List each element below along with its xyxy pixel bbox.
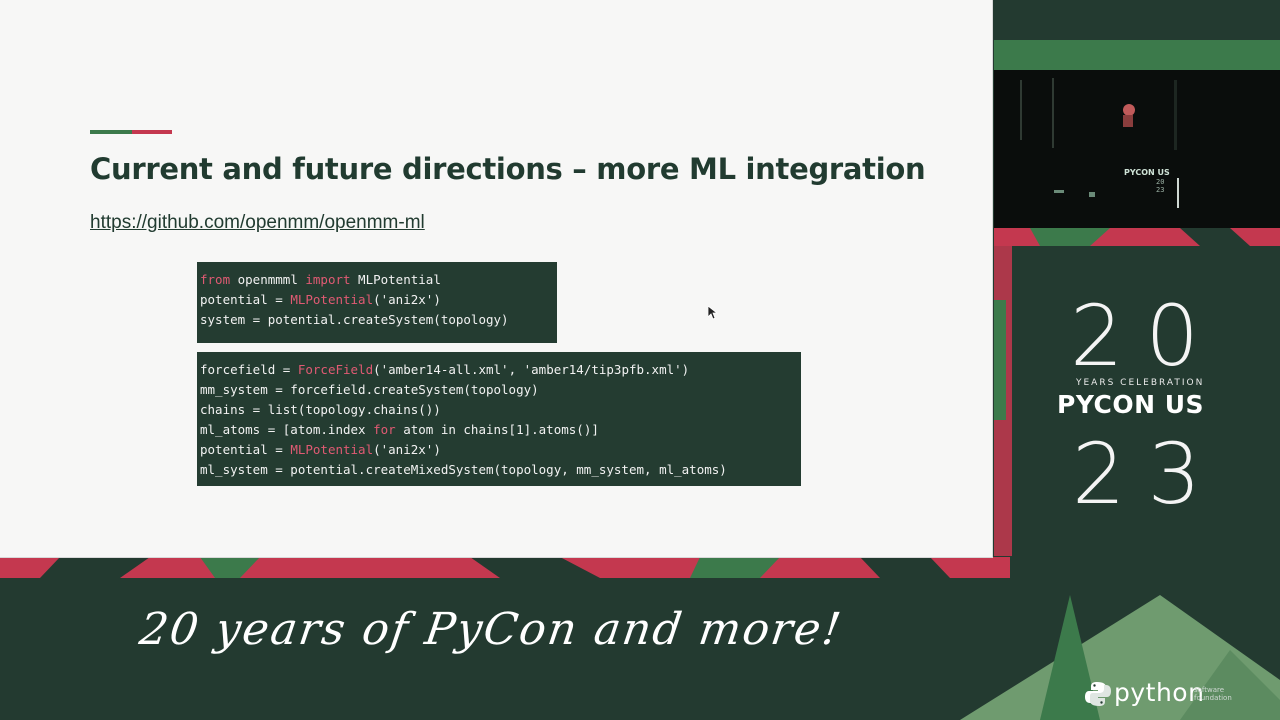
- cursor-arrow-icon: [708, 306, 718, 320]
- github-link[interactable]: https://github.com/openmm/openmm-ml: [90, 212, 425, 234]
- accent-green-segment: [90, 130, 132, 134]
- code-keyword: ForceField: [297, 362, 374, 377]
- code-block-2-line: forcefield = ForceField('amber14-all.xml…: [200, 360, 801, 380]
- speaker-camera-view: [994, 70, 1280, 228]
- code-block-2-line: ml_atoms = [atom.index for atom in chain…: [200, 420, 801, 440]
- code-token: ('ani2x'): [373, 442, 441, 457]
- code-token: ('amber14-all.xml', 'amber14/tip3pfb.xml…: [373, 362, 690, 377]
- code-token: ml_atoms = [atom.index: [200, 422, 374, 437]
- code-keyword: MLPotential: [290, 292, 374, 307]
- code-keyword: from: [200, 272, 231, 287]
- camera-year-top: 20: [1156, 178, 1165, 186]
- code-token: system = potential.createSystem(topology…: [200, 312, 509, 327]
- title-accent-bar: [90, 130, 172, 134]
- code-block-1-line: from openmmml import MLPotential: [200, 270, 557, 290]
- tagline: 20 years of PyCon and more!: [136, 604, 846, 655]
- code-keyword: for: [373, 422, 396, 437]
- camera-scene: [994, 70, 1280, 228]
- code-keyword: MLPotential: [290, 442, 374, 457]
- python-sub-line-2: foundation: [1194, 694, 1232, 702]
- code-token: ('ani2x'): [373, 292, 441, 307]
- python-sub-line-1: software: [1194, 686, 1225, 694]
- code-token: openmmml: [230, 272, 306, 287]
- slide-title: Current and future directions – more ML …: [90, 152, 926, 186]
- code-block-1-line: potential = MLPotential('ani2x'): [200, 290, 557, 310]
- year-bottom-digits: 23: [1072, 425, 1223, 523]
- code-block-2-line: ml_system = potential.createMixedSystem(…: [200, 460, 801, 480]
- code-token: forcefield =: [200, 362, 298, 377]
- year-top-digits: 20: [1070, 287, 1221, 385]
- code-token: atom in chains[1].atoms()]: [395, 422, 599, 437]
- python-wordmark-sub: software foundation: [1194, 686, 1232, 702]
- code-token: potential =: [200, 292, 291, 307]
- python-wordmark: python: [1114, 678, 1205, 707]
- code-block-ml-potential: from openmmml import MLPotential potentia…: [197, 262, 557, 343]
- code-block-1-line: system = potential.createSystem(topology…: [200, 310, 557, 330]
- code-block-mixed-system: forcefield = ForceField('amber14-all.xml…: [197, 352, 801, 486]
- code-token: potential =: [200, 442, 291, 457]
- camera-year-text: 20 23: [1156, 178, 1164, 194]
- presentation-slide: Current and future directions – more ML …: [0, 0, 992, 557]
- code-token: MLPotential: [350, 272, 441, 287]
- code-block-2-line: potential = MLPotential('ani2x'): [200, 440, 801, 460]
- code-block-2-line: mm_system = forcefield.createSystem(topo…: [200, 380, 801, 400]
- camera-year-bottom: 23: [1156, 186, 1165, 194]
- camera-banner-text: PYCON US: [1124, 168, 1170, 177]
- python-logo-icon: [1085, 682, 1111, 706]
- accent-red-segment: [132, 130, 172, 134]
- code-block-2-line: chains = list(topology.chains()): [200, 400, 801, 420]
- code-keyword: import: [305, 272, 351, 287]
- code-token: chains = list(topology.chains()): [200, 402, 441, 417]
- code-token: ml_system = potential.createMixedSystem(…: [200, 462, 727, 477]
- event-name: PYCON US: [1057, 390, 1205, 419]
- code-token: mm_system = forcefield.createSystem(topo…: [200, 382, 539, 397]
- celebration-label: YEARS CELEBRATION: [1076, 378, 1205, 388]
